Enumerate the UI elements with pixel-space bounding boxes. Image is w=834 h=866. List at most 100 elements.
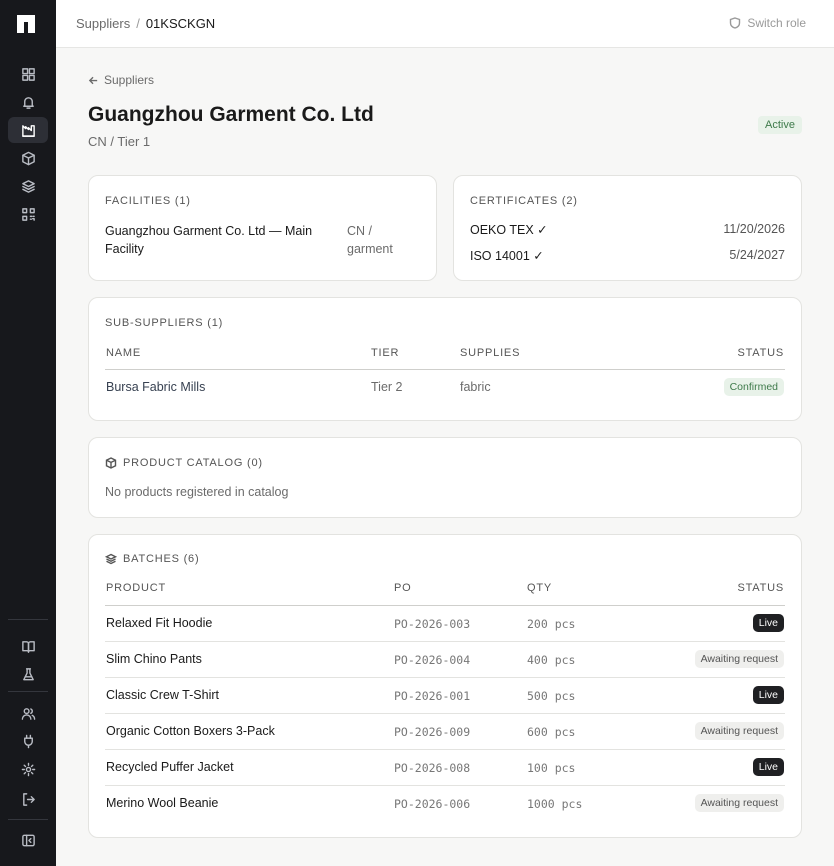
breadcrumb-separator: /: [136, 16, 140, 31]
certificate-name: OEKO TEX ✓: [470, 223, 548, 237]
back-link-label: Suppliers: [104, 73, 155, 87]
certificate-name: ISO 14001 ✓: [470, 249, 544, 263]
collapse-sidebar-button[interactable]: [8, 827, 48, 853]
switch-role-label: Switch role: [747, 16, 806, 30]
column-header-product: PRODUCT: [106, 582, 166, 594]
sidebar-item-users[interactable]: [8, 700, 48, 726]
factory-icon: [21, 124, 35, 137]
shield-icon: [730, 17, 741, 29]
batch-qty: 500 pcs: [527, 689, 576, 703]
product-catalog-heading-label: PRODUCT CATALOG (0): [123, 457, 263, 469]
sidebar-item-logout[interactable]: [8, 786, 48, 812]
batch-po: PO-2026-001: [394, 689, 471, 703]
back-to-suppliers-link[interactable]: Suppliers: [88, 73, 154, 87]
supplier-country-tier: CN / Tier 1: [88, 134, 151, 149]
certificate-row: ISO 14001 ✓ 5/24/2027: [470, 248, 785, 263]
status-badge: Awaiting request: [694, 650, 784, 668]
arrow-left-icon: [88, 76, 98, 84]
sidebar-item-suppliers[interactable]: [8, 117, 48, 143]
batches-card: BATCHES (6) PRODUCT PO QTY STATUS Relaxe…: [88, 534, 802, 838]
status-badge: Live: [752, 614, 784, 632]
row-divider: [105, 749, 785, 750]
batch-product[interactable]: Classic Crew T-Shirt: [106, 688, 219, 702]
app-logo[interactable]: [16, 14, 36, 34]
batch-po: PO-2026-003: [394, 617, 471, 631]
book-icon: [21, 640, 35, 653]
logout-icon: [22, 792, 35, 806]
qr-code-icon: [21, 207, 35, 221]
grid-icon: [21, 67, 35, 81]
box-icon: [105, 457, 117, 469]
column-header-status: STATUS: [737, 582, 784, 594]
certificates-heading: CERTIFICATES (2): [470, 195, 578, 207]
sub-supplier-link[interactable]: Bursa Fabric Mills: [106, 380, 205, 394]
product-catalog-heading: PRODUCT CATALOG (0): [105, 457, 263, 469]
batch-product[interactable]: Organic Cotton Boxers 3-Pack: [106, 724, 275, 738]
sub-suppliers-card: SUB-SUPPLIERS (1) NAME TIER SUPPLIES STA…: [88, 297, 802, 421]
row-divider: [105, 641, 785, 642]
batch-po: PO-2026-004: [394, 653, 471, 667]
sidebar-item-dashboard[interactable]: [8, 61, 48, 87]
status-badge: Live: [752, 686, 784, 704]
batch-po: PO-2026-008: [394, 761, 471, 775]
product-catalog-card: PRODUCT CATALOG (0) No products register…: [88, 437, 802, 518]
bell-icon: [22, 96, 34, 109]
column-header-name: NAME: [106, 347, 141, 359]
facility-name: Guangzhou Garment Co. Ltd — Main Facilit…: [105, 224, 313, 256]
certificates-card: CERTIFICATES (2) OEKO TEX ✓ 11/20/2026 I…: [453, 175, 802, 281]
page-title: Guangzhou Garment Co. Ltd: [88, 103, 374, 126]
users-icon: [21, 707, 35, 720]
column-header-supplies: SUPPLIES: [460, 347, 521, 359]
sidebar-item-qr-codes[interactable]: [8, 201, 48, 227]
facilities-card: FACILITIES (1) Guangzhou Garment Co. Ltd…: [88, 175, 437, 281]
status-badge: Confirmed: [723, 378, 784, 396]
plug-icon: [23, 734, 33, 748]
collapse-sidebar-icon: [21, 834, 35, 846]
certificate-expiry: 5/24/2027: [729, 248, 785, 262]
breadcrumb: Suppliers / 01KSCKGN: [76, 16, 215, 31]
facilities-heading: FACILITIES (1): [105, 195, 191, 207]
certificate-row: OEKO TEX ✓ 11/20/2026: [470, 222, 785, 237]
sub-supplier-supplies: fabric: [460, 380, 491, 394]
status-badge: Live: [752, 758, 784, 776]
sub-suppliers-heading: SUB-SUPPLIERS (1): [105, 317, 224, 329]
sidebar-item-lab[interactable]: [8, 661, 48, 687]
batch-po: PO-2026-009: [394, 725, 471, 739]
sidebar-item-settings[interactable]: [8, 756, 48, 782]
batches-heading-label: BATCHES (6): [123, 553, 200, 565]
certificate-expiry: 11/20/2026: [723, 222, 785, 236]
sidebar-divider: [8, 619, 48, 620]
batch-product[interactable]: Merino Wool Beanie: [106, 796, 218, 810]
layers-icon: [105, 553, 117, 565]
gear-icon: [21, 762, 35, 776]
batch-po: PO-2026-006: [394, 797, 471, 811]
batch-qty: 200 pcs: [527, 617, 576, 631]
sidebar-item-notifications[interactable]: [8, 89, 48, 115]
row-divider: [105, 713, 785, 714]
sidebar-divider: [8, 819, 48, 820]
batches-heading: BATCHES (6): [105, 553, 199, 565]
table-header-divider: [105, 605, 785, 606]
facility-location: CN / garment: [347, 224, 393, 256]
sidebar-divider: [8, 691, 48, 692]
sidebar-item-docs[interactable]: [8, 633, 48, 659]
row-divider: [105, 677, 785, 678]
batch-qty: 600 pcs: [527, 725, 576, 739]
sidebar-item-integrations[interactable]: [8, 728, 48, 754]
batch-product[interactable]: Slim Chino Pants: [106, 652, 202, 666]
sidebar-item-products[interactable]: [8, 145, 48, 171]
breadcrumb-suppliers[interactable]: Suppliers: [76, 16, 130, 31]
batch-product[interactable]: Relaxed Fit Hoodie: [106, 616, 212, 630]
status-badge: Active: [758, 116, 802, 134]
layers-icon: [21, 179, 35, 193]
batch-qty: 100 pcs: [527, 761, 576, 775]
column-header-qty: QTY: [527, 582, 553, 594]
status-badge: Awaiting request: [694, 722, 784, 740]
batch-product[interactable]: Recycled Puffer Jacket: [106, 760, 234, 774]
sidebar-item-batches[interactable]: [8, 173, 48, 199]
breadcrumb-current: 01KSCKGN: [145, 16, 216, 31]
sub-supplier-tier: Tier 2: [371, 380, 403, 394]
empty-state-text: No products registered in catalog: [105, 485, 289, 499]
switch-role-button[interactable]: Switch role: [729, 16, 806, 30]
row-divider: [105, 785, 785, 786]
